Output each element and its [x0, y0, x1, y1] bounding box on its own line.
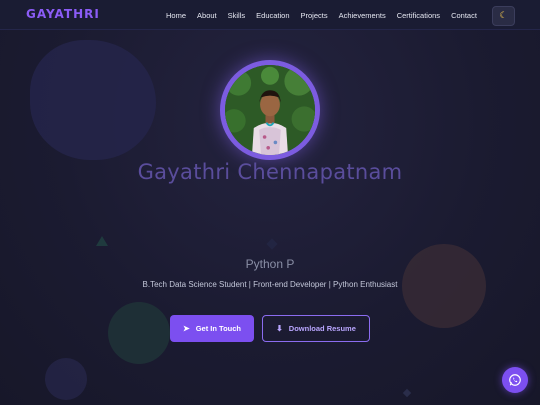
- nav-links: Home About Skills Education Projects Ach…: [166, 0, 488, 30]
- nav-contact[interactable]: Contact: [451, 11, 477, 20]
- nav-achievements[interactable]: Achievements: [339, 11, 386, 20]
- brand-logo[interactable]: GAYATHRI: [26, 7, 100, 21]
- hero-name: Gayathri Chennapatnam: [137, 160, 403, 184]
- theme-toggle-button[interactable]: ☾: [492, 6, 515, 26]
- download-icon: ⬇: [276, 324, 283, 333]
- nav-home[interactable]: Home: [166, 11, 186, 20]
- decor-triangle: [96, 236, 108, 246]
- hero-role: Python P: [245, 257, 295, 271]
- nav-education[interactable]: Education: [256, 11, 289, 20]
- get-in-touch-label: Get In Touch: [195, 324, 241, 333]
- profile-photo: [220, 60, 320, 160]
- get-in-touch-button[interactable]: ➤ Get In Touch: [170, 315, 254, 342]
- download-resume-button[interactable]: ⬇ Download Resume: [262, 315, 370, 342]
- paper-plane-icon: ➤: [183, 324, 190, 333]
- nav-skills[interactable]: Skills: [228, 11, 246, 20]
- nav-about[interactable]: About: [197, 11, 217, 20]
- nav-certifications[interactable]: Certifications: [397, 11, 440, 20]
- decor-blob: [30, 40, 156, 160]
- decor-square: [402, 388, 412, 398]
- whatsapp-chat-button[interactable]: [502, 367, 528, 393]
- navbar: GAYATHRI Home About Skills Education Pro…: [0, 0, 540, 30]
- profile-photo-image: [225, 65, 315, 155]
- whatsapp-icon: [509, 374, 521, 386]
- decor-blob: [108, 302, 170, 364]
- decor-blob: [45, 358, 87, 400]
- hero-tagline: B.Tech Data Science Student | Front-end …: [142, 280, 398, 289]
- nav-projects[interactable]: Projects: [301, 11, 328, 20]
- moon-icon: ☾: [499, 11, 508, 21]
- decor-square: [266, 238, 278, 250]
- download-resume-label: Download Resume: [288, 324, 356, 333]
